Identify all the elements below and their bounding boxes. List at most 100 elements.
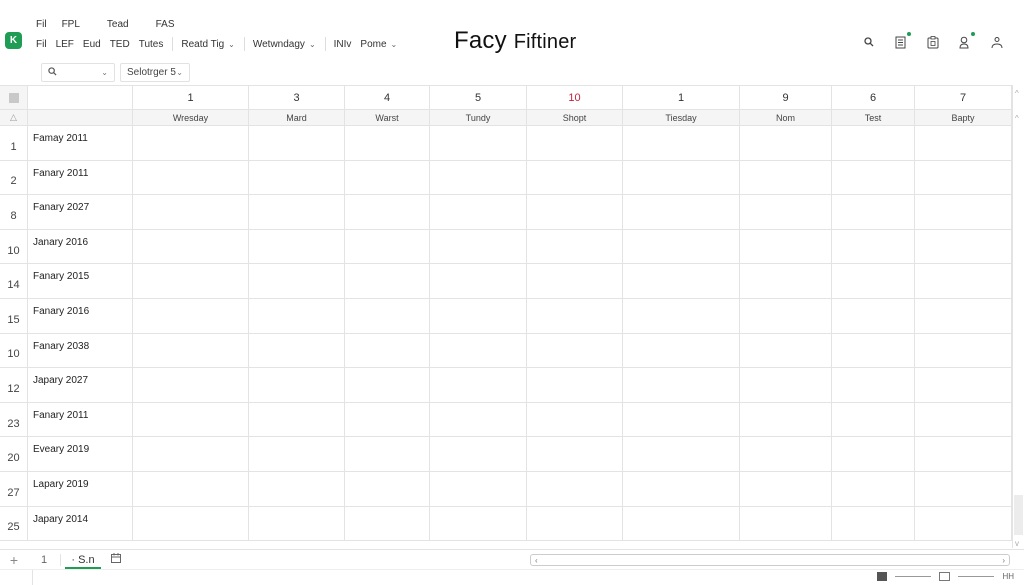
grid-cell[interactable] xyxy=(915,264,1012,299)
grid-cell[interactable] xyxy=(133,160,249,196)
sheet-tab-active[interactable]: · S.n xyxy=(65,551,101,569)
grid-cell[interactable] xyxy=(623,506,740,542)
row-number[interactable]: 25 xyxy=(0,506,28,542)
grid-cell[interactable] xyxy=(527,229,623,265)
column-number[interactable]: 9 xyxy=(740,86,832,110)
grid-cell[interactable] xyxy=(740,471,832,507)
row-label[interactable]: Famay 2011 xyxy=(28,126,133,161)
grid-cell[interactable] xyxy=(527,506,623,542)
column-header[interactable]: Nom xyxy=(740,110,832,126)
chevron-right-icon[interactable]: › xyxy=(1002,556,1005,565)
grid-cell[interactable] xyxy=(345,229,430,265)
grid-cell[interactable] xyxy=(345,402,430,438)
grid-cell[interactable] xyxy=(249,471,345,507)
grid-cell[interactable] xyxy=(832,471,915,507)
row-number[interactable]: 10 xyxy=(0,229,28,265)
grid-cell[interactable] xyxy=(915,333,1012,369)
grid-cell[interactable] xyxy=(915,160,1012,196)
select-all-corner[interactable] xyxy=(0,86,28,110)
grid-cell[interactable] xyxy=(345,506,430,542)
row-number[interactable]: 1 xyxy=(0,126,28,161)
grid-cell[interactable] xyxy=(527,333,623,369)
chevron-up-icon[interactable]: ^ xyxy=(1015,114,1019,123)
grid-cell[interactable] xyxy=(249,368,345,403)
grid-cell[interactable] xyxy=(527,264,623,299)
grid-cell[interactable] xyxy=(249,126,345,161)
grid-cell[interactable] xyxy=(915,298,1012,334)
grid-cell[interactable] xyxy=(915,506,1012,542)
grid-cell[interactable] xyxy=(832,160,915,196)
grid-cell[interactable] xyxy=(430,264,527,299)
grid-cell[interactable] xyxy=(430,368,527,403)
grid-cell[interactable] xyxy=(740,437,832,472)
grid-cell[interactable] xyxy=(623,333,740,369)
column-number[interactable]: 3 xyxy=(249,86,345,110)
grid-cell[interactable] xyxy=(249,506,345,542)
row-number[interactable]: 10 xyxy=(0,333,28,369)
grid-cell[interactable] xyxy=(249,437,345,472)
column-header[interactable]: Mard xyxy=(249,110,345,126)
grid-cell[interactable] xyxy=(430,229,527,265)
grid-cell[interactable] xyxy=(133,437,249,472)
column-header[interactable]: Shopt xyxy=(527,110,623,126)
column-number[interactable]: 1 xyxy=(623,86,740,110)
menu-dropdown[interactable]: Reatd Tig ⌄ xyxy=(181,39,235,50)
grid-cell[interactable] xyxy=(133,471,249,507)
row-label[interactable]: Fanary 2015 xyxy=(28,264,133,299)
grid-cell[interactable] xyxy=(133,229,249,265)
grid-cell[interactable] xyxy=(915,437,1012,472)
column-number[interactable]: 1 xyxy=(133,86,249,110)
column-header[interactable]: Tiesday xyxy=(623,110,740,126)
grid-cell[interactable] xyxy=(915,368,1012,403)
sheet-selector[interactable]: Selotrger 5 ⌄ xyxy=(120,63,190,82)
menu-item[interactable]: Fil xyxy=(36,19,47,30)
menu-item[interactable]: INIv xyxy=(334,39,352,50)
grid-cell[interactable] xyxy=(345,437,430,472)
grid-cell[interactable] xyxy=(133,298,249,334)
grid-cell[interactable] xyxy=(832,126,915,161)
grid-cell[interactable] xyxy=(527,368,623,403)
zoom-slider[interactable] xyxy=(958,576,995,577)
grid-cell[interactable] xyxy=(915,126,1012,161)
row-label[interactable]: Fanary 2016 xyxy=(28,298,133,334)
menu-item[interactable]: LEF xyxy=(56,39,74,50)
row-label[interactable]: Fanary 2027 xyxy=(28,195,133,230)
vertical-scrollbar[interactable]: ^ ^ v xyxy=(1012,85,1024,548)
menu-dropdown[interactable]: Wetwndagy ⌄ xyxy=(253,39,316,50)
row-number[interactable]: 12 xyxy=(0,368,28,403)
grid-cell[interactable] xyxy=(623,368,740,403)
row-label[interactable]: Lapary 2019 xyxy=(28,471,133,507)
grid-cell[interactable] xyxy=(832,229,915,265)
grid-cell[interactable] xyxy=(623,195,740,230)
grid-cell[interactable] xyxy=(249,160,345,196)
row-number[interactable]: 2 xyxy=(0,160,28,196)
grid-cell[interactable] xyxy=(249,195,345,230)
list-icon[interactable] xyxy=(894,32,911,50)
grid-cell[interactable] xyxy=(345,126,430,161)
column-number[interactable]: 5 xyxy=(430,86,527,110)
menu-item[interactable]: Tead xyxy=(107,19,129,30)
grid-cell[interactable] xyxy=(249,264,345,299)
grid-cell[interactable] xyxy=(345,333,430,369)
grid-cell[interactable] xyxy=(430,506,527,542)
sheet-tab[interactable]: 1 xyxy=(28,553,61,566)
grid-cell[interactable] xyxy=(527,471,623,507)
menu-item[interactable]: FAS xyxy=(156,19,175,30)
grid-cell[interactable] xyxy=(249,333,345,369)
grid-cell[interactable] xyxy=(623,402,740,438)
column-header[interactable]: Bapty xyxy=(915,110,1012,126)
grid-cell[interactable] xyxy=(623,126,740,161)
grid-cell[interactable] xyxy=(623,471,740,507)
grid-cell[interactable] xyxy=(832,506,915,542)
menu-item[interactable]: TED xyxy=(110,39,130,50)
row-label[interactable]: Fanary 2011 xyxy=(28,160,133,196)
grid-cell[interactable] xyxy=(133,126,249,161)
grid-cell[interactable] xyxy=(832,195,915,230)
column-number[interactable]: 10 xyxy=(527,86,623,110)
grid-cell[interactable] xyxy=(345,368,430,403)
menu-dropdown[interactable]: Pome ⌄ xyxy=(360,39,397,50)
row-number[interactable]: 23 xyxy=(0,402,28,438)
search-icon[interactable] xyxy=(862,34,876,50)
grid-cell[interactable] xyxy=(430,437,527,472)
grid-cell[interactable] xyxy=(740,264,832,299)
